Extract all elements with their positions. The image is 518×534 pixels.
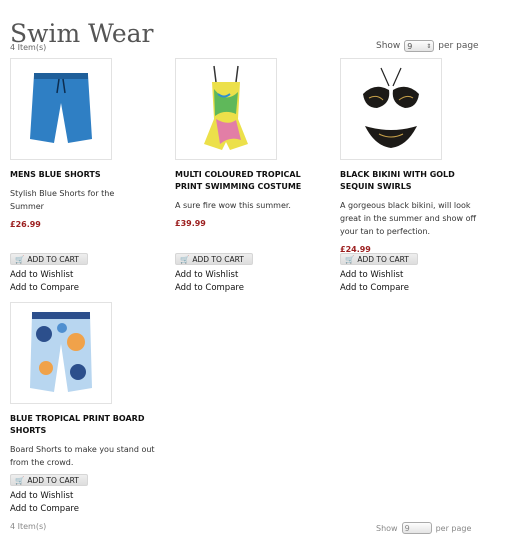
product-card: BLUE TROPICAL PRINT BOARD SHORTS Board S… [10,302,170,517]
blue-shorts-image [30,73,92,143]
product-card: MULTI COLOURED TROPICAL PRINT SWIMMING C… [175,58,335,298]
product-image[interactable] [10,58,112,160]
product-description: Board Shorts to make you stand out from … [10,445,155,467]
add-to-compare-link[interactable]: Add to Compare [340,283,409,293]
per-page-value: 9 [407,41,413,51]
footer-per-page-select[interactable]: 9 [401,522,432,534]
footer-per-page-label: per page [435,523,472,533]
product-card: BLACK BIKINI WITH GOLD SEQUIN SWIRLS A g… [340,58,500,298]
product-image[interactable] [175,58,277,160]
cart-icon: 🛒 [15,254,25,264]
product-image[interactable] [340,58,442,160]
black-bikini-image [363,67,419,148]
add-to-cart-button[interactable]: 🛒 ADD TO CART [340,253,418,265]
product-name[interactable]: MENS BLUE SHORTS [10,169,150,181]
product-name[interactable]: MULTI COLOURED TROPICAL PRINT SWIMMING C… [175,169,315,193]
select-arrows-icon: ⇕ [426,42,432,50]
product-description: A gorgeous black bikini, will look great… [340,201,476,236]
product-price: £39.99 [175,219,206,228]
add-to-cart-button[interactable]: 🛒 ADD TO CART [175,253,253,265]
add-to-cart-button[interactable]: 🛒 ADD TO CART [10,474,88,486]
item-count: 4 Item(s) [10,43,47,52]
cart-icon: 🛒 [345,254,355,264]
add-to-wishlist-link[interactable]: Add to Wishlist [340,270,403,280]
add-to-wishlist-link[interactable]: Add to Wishlist [10,270,73,280]
product-description: A sure fire wow this summer. [175,201,291,210]
product-card: MENS BLUE SHORTS Stylish Blue Shorts for… [10,58,170,298]
add-to-compare-link[interactable]: Add to Compare [175,283,244,293]
product-name[interactable]: BLUE TROPICAL PRINT BOARD SHORTS [10,413,150,437]
product-name[interactable]: BLACK BIKINI WITH GOLD SEQUIN SWIRLS [340,169,480,193]
footer-show-label: Show [376,523,398,533]
per-page-select[interactable]: 9 ⇕ [404,40,435,52]
footer-per-page-control: Show 9 per page [376,522,471,534]
add-to-wishlist-link[interactable]: Add to Wishlist [10,491,73,501]
product-image[interactable] [10,302,112,404]
swimming-costume-image [204,65,248,150]
per-page-control: Show 9 ⇕ per page [376,40,479,52]
board-shorts-image [30,312,92,392]
add-to-compare-link[interactable]: Add to Compare [10,283,79,293]
cart-icon: 🛒 [15,475,25,485]
add-to-cart-button[interactable]: 🛒 ADD TO CART [10,253,88,265]
add-to-compare-link[interactable]: Add to Compare [10,504,79,514]
add-to-wishlist-link[interactable]: Add to Wishlist [175,270,238,280]
show-label: Show [376,41,401,51]
product-price: £26.99 [10,220,41,229]
per-page-label: per page [438,41,479,51]
cart-icon: 🛒 [180,254,190,264]
product-description: Stylish Blue Shorts for the Summer [10,189,115,211]
